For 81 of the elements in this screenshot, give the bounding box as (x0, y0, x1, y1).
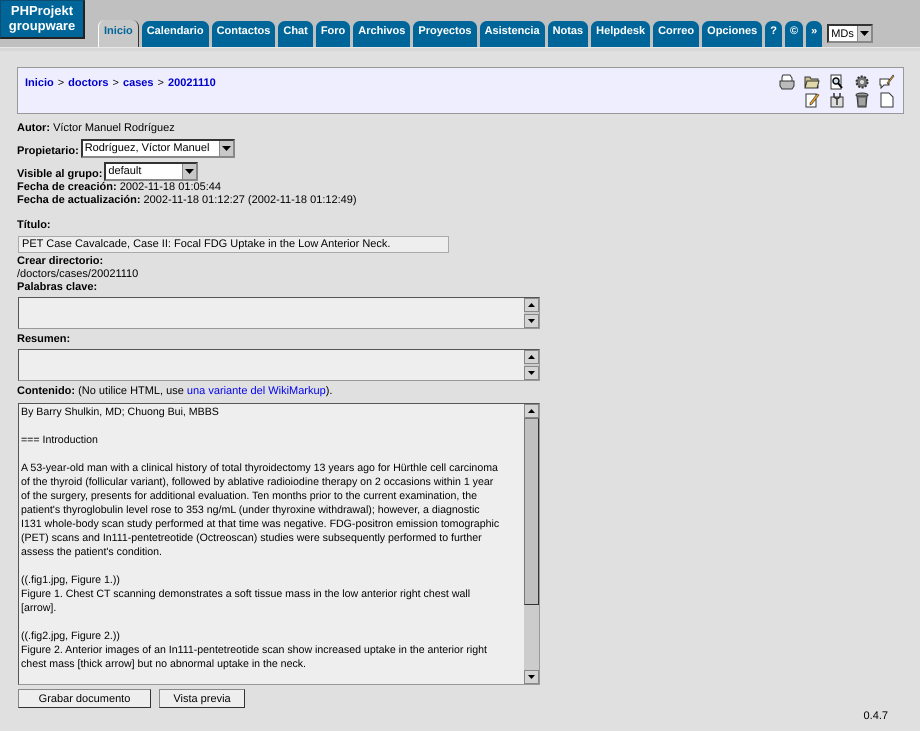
scroll-down-icon[interactable] (528, 371, 535, 375)
nav-tab[interactable]: ? (765, 21, 782, 47)
field-value: /doctors/cases/20021110 (17, 268, 138, 280)
breadcrumb-separator: > (112, 77, 119, 89)
gear-icon[interactable] (854, 74, 870, 90)
nav-tab[interactable]: Asistencia (480, 21, 545, 47)
nav-tab[interactable]: Opciones (702, 21, 762, 47)
nav-tab[interactable]: Foro (316, 21, 350, 47)
field-label: Propietario: (17, 145, 79, 158)
content-line: of the thyroid (follicular variant), followed by ablative radioiodine therapy on 2 occasions within 1 year (21, 475, 494, 489)
content-line: [arrow]. (21, 601, 58, 615)
owner-select[interactable]: Rodríguez, Víctor Manuel (80, 139, 235, 158)
folder-icon[interactable] (804, 74, 820, 90)
nav-tab[interactable]: Notas (548, 21, 588, 47)
group-visibility-select[interactable]: default (104, 162, 198, 181)
breadcrumb-link[interactable]: 20021110 (168, 77, 216, 89)
breadcrumb-link[interactable]: cases (122, 77, 154, 89)
nav-tab[interactable]: Archivos (353, 21, 410, 47)
title-field[interactable]: PET Case Cavalcade, Case II: Focal FDG Uptake in the Low Anterior Neck. (18, 236, 449, 253)
breadcrumb-link[interactable]: Inicio (25, 77, 54, 89)
scrollbar[interactable] (524, 350, 539, 380)
content-line: A 53-year-old man with a clinical history of total thyroidectomy 13 years ago for Hürthle cell carcinoma (21, 461, 499, 475)
keywords-field[interactable] (18, 297, 540, 329)
field-label: Visible al grupo: (17, 168, 102, 181)
field-label: Fecha de actualización: (17, 194, 140, 206)
scroll-up-icon[interactable] (528, 303, 535, 307)
scrollbar[interactable] (524, 298, 539, 328)
content-line: I131 whole-body scan study performed at that time was negative. FDG-positron emission tomographic (21, 517, 500, 531)
field-label: Contenido: (17, 385, 76, 397)
hint-text: (No utilice HTML, use una variante del WikiMarkup). (78, 385, 332, 397)
content-line: (PET) scans and In111-pentetreotide (Octreoscan) studies were subsequently performed to further (21, 531, 483, 545)
summary-field[interactable] (18, 349, 540, 381)
edit-icon[interactable] (804, 92, 820, 108)
nav-tab[interactable]: Proyectos (413, 21, 477, 47)
content-line: of the surgery, presents for additional evaluation. Ten months prior to the current examination, the (21, 489, 478, 503)
field-value: Víctor Manuel Rodríguez (53, 122, 175, 134)
content-line: Figure 2. Anterior images of an In111-pentetreotide scan show increased uptake in the anterior right (21, 643, 488, 657)
scroll-thumb[interactable] (524, 418, 539, 605)
content-line: Figure 1. Chest CT scanning demonstrates a soft tissue mass in the low anterior right chest wall (21, 587, 472, 601)
field-label: Fecha de creación: (17, 181, 117, 193)
field-value: 2002-11-18 01:05:44 (120, 181, 222, 193)
wiki-markup-link[interactable]: una variante del WikiMarkup (186, 385, 326, 397)
form-button[interactable]: Vista previa (159, 689, 245, 708)
speech-bubble-icon[interactable] (879, 74, 895, 90)
breadcrumb-separator: > (58, 77, 64, 89)
content-field[interactable] (18, 403, 540, 685)
content-line: patient's thyroglobulin level rose to 353 ng/mL (under thyroxine withdrawal); however, a diagnostic (21, 503, 481, 517)
scroll-down-icon[interactable] (528, 675, 535, 679)
nav-tab[interactable]: Correo (653, 21, 700, 47)
group-select[interactable]: MDs (827, 24, 874, 43)
field-label: Autor: (17, 122, 50, 134)
content-line: ((.fig1.jpg, Figure 1.)) (21, 573, 121, 587)
nav-tab[interactable]: © (785, 21, 804, 47)
nav-tab[interactable]: » (806, 21, 822, 47)
logo[interactable]: PHProjekt groupware (0, 0, 85, 39)
trash-icon[interactable] (854, 92, 870, 108)
scrollbar[interactable] (524, 404, 539, 684)
nav-tab[interactable]: Chat (278, 21, 313, 47)
scroll-up-icon[interactable] (528, 409, 535, 413)
field-label: Título: (17, 219, 51, 231)
nav-tab[interactable]: Contactos (212, 21, 276, 47)
breadcrumb-separator: > (158, 77, 164, 89)
content-line: chest mass [thick arrow] but no abnormal uptake in the neck. (21, 657, 307, 671)
nav-tab[interactable]: Helpdesk (591, 21, 650, 47)
field-value: 2002-11-18 01:12:27 (2002-11-18 01:12:49) (144, 194, 357, 206)
content-line: By Barry Shulkin, MD; Chuong Bui, MBBS (21, 405, 220, 419)
content-line: assess the patient's condition. (21, 545, 164, 559)
nav-tab[interactable]: Inicio (98, 20, 139, 47)
field-label: Resumen: (17, 333, 70, 345)
content-line: === Introduction (21, 433, 99, 447)
breadcrumb-link[interactable]: doctors (68, 77, 109, 89)
version-text: 0.4.7 (864, 710, 888, 722)
scroll-up-icon[interactable] (528, 355, 535, 359)
scroll-down-icon[interactable] (528, 319, 535, 323)
field-label: Crear directorio: (17, 255, 104, 267)
form-button[interactable]: Grabar documento (18, 689, 151, 708)
content-line: ((.fig2.jpg, Figure 2.)) (21, 629, 121, 643)
field-label: Palabras clave: (17, 281, 98, 293)
nav-tab[interactable]: Calendario (142, 21, 209, 47)
page-icon[interactable] (879, 92, 895, 108)
search-icon[interactable] (829, 74, 845, 90)
